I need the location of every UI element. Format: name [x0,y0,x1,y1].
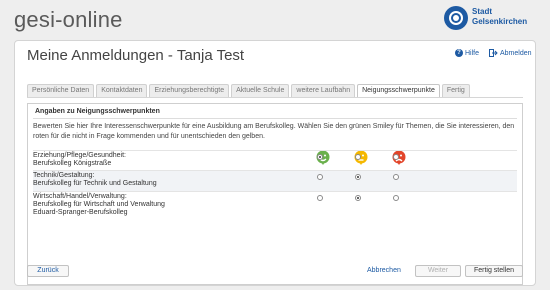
rating-radio-red[interactable] [393,154,399,160]
preferences-section: Angaben zu Neigungsschwerpunkten Bewerte… [27,103,523,285]
rating-radio-green[interactable] [317,174,323,180]
interest-row-line: Technik/Gestaltung: [33,172,95,179]
logout-icon [489,49,498,57]
interest-row-line: Eduard-Spranger-Berufskolleg [33,209,128,216]
interest-row-line: Berufskolleg Königstraße [33,160,112,167]
tab-kontaktdaten[interactable]: Kontaktdaten [96,84,148,97]
tab-bar: Persönliche Daten Kontaktdaten Erziehungsb… [27,84,470,97]
row-divider [33,170,517,171]
tab-erziehungsberechtigte[interactable]: Erziehungsberechtigte [149,84,230,97]
rating-radio-yellow[interactable] [355,195,361,201]
city-logo: Stadt Gelsenkirchen [444,6,544,34]
tab-fertig[interactable]: Fertig [441,84,470,97]
logo-line-1: Stadt [472,7,492,16]
row-divider [33,150,517,151]
next-button[interactable]: Weiter [415,265,461,277]
city-logo-icon [444,6,468,30]
section-description: Bewerten Sie hier Ihre Interessenschwerp… [33,123,515,140]
back-button[interactable]: Zurück [27,265,69,277]
page-title: Meine Anmeldungen - Tanja Test [27,47,245,64]
section-divider [33,118,517,119]
tab-aktuelle-schule[interactable]: Aktuelle Schule [231,84,290,97]
logout-label: Abmelden [500,49,532,57]
cancel-button[interactable]: Abbrechen [367,267,401,274]
section-title: Angaben zu Neigungsschwerpunkten [35,108,160,115]
rating-radio-yellow[interactable] [355,174,361,180]
interest-row-line: Berufskolleg für Wirtschaft und Verwaltu… [33,201,165,208]
rating-radio-yellow[interactable] [355,154,361,160]
rating-radio-red[interactable] [393,195,399,201]
rating-radio-red[interactable] [393,174,399,180]
row-divider [33,191,517,192]
interest-row-label: Wirtschaft/Handel/Verwaltung: Berufskolle… [33,193,293,217]
main-panel: Meine Anmeldungen - Tanja Test ? Hilfe A… [14,40,536,286]
rating-radio-green[interactable] [317,154,323,160]
app-title: gesi-online [14,7,123,32]
help-icon: ? [455,49,463,57]
logo-line-2: Gelsenkirchen [472,17,528,26]
rating-radio-green[interactable] [317,195,323,201]
help-link[interactable]: ? Hilfe [455,49,479,57]
interest-row-line: Wirtschaft/Handel/Verwaltung: [33,193,127,200]
logout-link[interactable]: Abmelden [489,49,532,57]
interest-row-label: Technik/Gestaltung: Berufskolleg für Tech… [33,172,293,188]
tab-weitere-laufbahn[interactable]: weitere Laufbahn [291,84,356,97]
interest-row-line: Erziehung/Pflege/Gesundheit: [33,152,127,159]
tab-neigungsschwerpunkte[interactable]: Neigungsschwerpunkte [357,84,440,97]
help-label: Hilfe [465,49,480,57]
interest-row-line: Berufskolleg für Technik und Gestaltung [33,180,157,187]
tab-persönliche-daten[interactable]: Persönliche Daten [27,84,95,97]
city-logo-text: Stadt Gelsenkirchen [472,7,527,27]
interest-row-label: Erziehung/Pflege/Gesundheit: Berufskolleg… [33,152,293,168]
finish-button[interactable]: Fertig stellen [465,265,523,277]
tab-divider [27,97,523,98]
